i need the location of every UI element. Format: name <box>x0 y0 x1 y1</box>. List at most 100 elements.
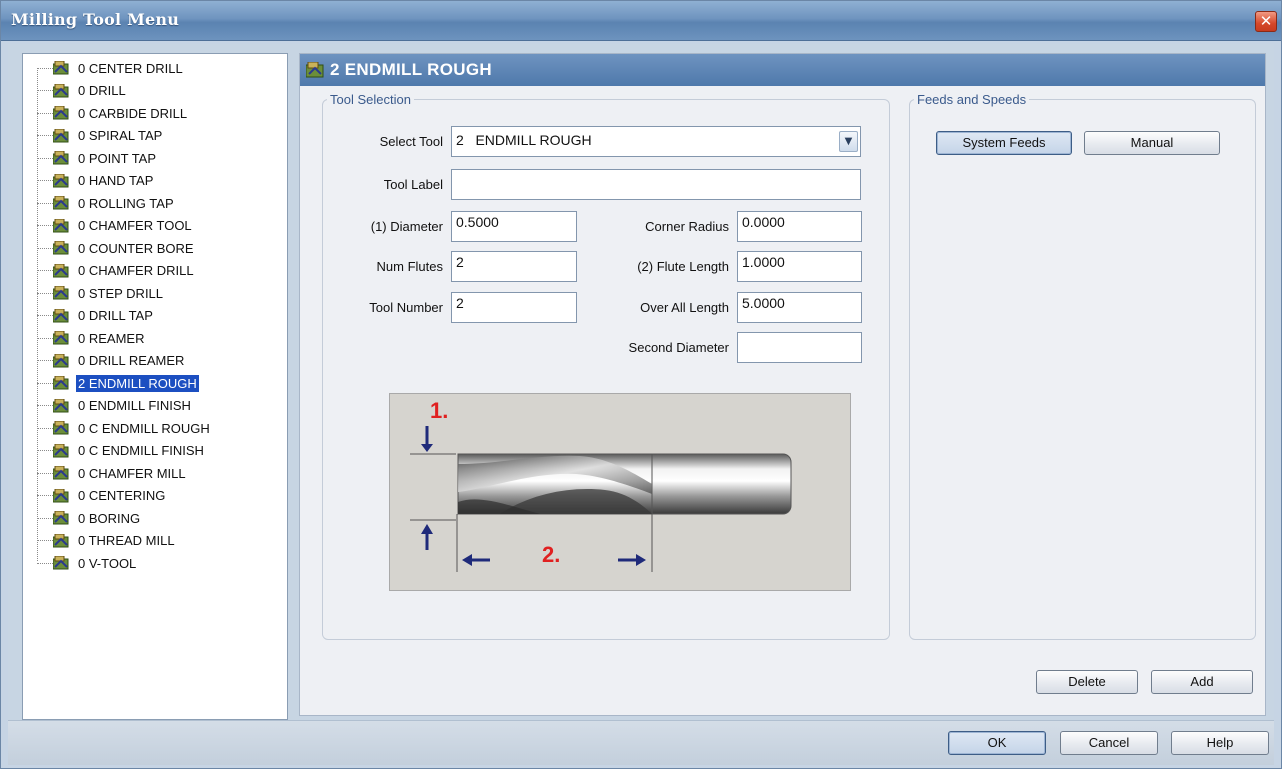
tree-item-label: 2 ENDMILL ROUGH <box>76 374 199 392</box>
tree-connector <box>37 450 53 451</box>
tree-connector <box>37 540 53 541</box>
diameter-label: (1) Diameter <box>370 219 443 234</box>
overall-length-field[interactable]: 5.0000 <box>737 292 862 323</box>
tree-item[interactable]: 0 HAND TAP <box>37 170 155 192</box>
tree-item-label: 0 CARBIDE DRILL <box>78 105 188 121</box>
tree-item-label: 0 C ENDMILL FINISH <box>78 443 204 458</box>
tree-item[interactable]: 0 C ENDMILL ROUGH <box>37 417 212 439</box>
tree-item-label: 0 HAND TAP <box>78 173 154 188</box>
pane-header: 2 ENDMILL ROUGH <box>300 54 1265 86</box>
tree-item[interactable]: 0 CENTERING <box>37 485 167 507</box>
flute-length-field[interactable]: 1.0000 <box>737 251 862 282</box>
pane-title: 2 ENDMILL ROUGH <box>330 60 492 79</box>
feeds-and-speeds-group: Feeds and Speeds <box>909 92 1256 640</box>
tree-item[interactable]: 0 CENTER DRILL <box>37 57 185 79</box>
tree-item[interactable]: 2 ENDMILL ROUGH <box>37 372 199 394</box>
tool-icon <box>52 240 71 255</box>
tool-tree[interactable]: 0 CENTER DRILL 0 DRILL 0 CARBIDE DRILL 0 SP… <box>22 53 288 720</box>
tree-item[interactable]: 0 ROLLING TAP <box>37 192 176 214</box>
tree-item[interactable]: 0 SPIRAL TAP <box>37 125 164 147</box>
flute-length-label: (2) Flute Length <box>637 259 729 274</box>
diameter-field[interactable]: 0.5000 <box>451 211 577 242</box>
select-tool-dropdown[interactable]: 2 ENDMILL ROUGH ▼ <box>451 126 861 157</box>
tree-item[interactable]: 0 BORING <box>37 507 142 529</box>
tool-icon <box>52 285 71 300</box>
tree-item-label: 0 CHAMFER MILL <box>78 465 186 481</box>
second-diameter-label: Second Diameter <box>628 340 729 355</box>
tree-connector <box>37 225 53 226</box>
tree-item[interactable]: 0 DRILL REAMER <box>37 350 186 372</box>
tree-item-label: 0 SPIRAL TAP <box>78 128 163 143</box>
tree-connector <box>37 270 53 271</box>
tree-item[interactable]: 0 CHAMFER DRILL <box>37 260 196 282</box>
tree-item[interactable]: 0 DRILL TAP <box>37 305 155 327</box>
ok-button[interactable]: OK <box>948 731 1046 755</box>
tree-item-label: 0 BORING <box>78 510 141 526</box>
tree-item[interactable]: 0 COUNTER BORE <box>37 237 196 259</box>
tool-icon <box>52 60 71 75</box>
add-button[interactable]: Add <box>1151 670 1253 694</box>
tree-connector <box>37 247 53 249</box>
tree-item-label: 0 ENDMILL FINISH <box>78 398 191 413</box>
num-flutes-label: Num Flutes <box>376 259 443 274</box>
tree-item[interactable]: 0 CHAMFER MILL <box>37 462 188 484</box>
tree-item-label: 0 CHAMFER DRILL <box>78 263 194 278</box>
tree-item-label: 0 CENTERING <box>78 488 166 503</box>
tool-label-field[interactable] <box>451 169 861 200</box>
close-icon: ✕ <box>1259 12 1273 30</box>
select-tool-label: Select Tool <box>379 134 443 149</box>
tree-item[interactable]: 0 POINT TAP <box>37 147 158 169</box>
manual-button[interactable]: Manual <box>1084 131 1220 155</box>
tool-icon <box>52 150 71 165</box>
corner-radius-field[interactable]: 0.0000 <box>737 211 862 242</box>
tree-item[interactable]: 0 DRILL <box>37 80 128 102</box>
tree-item[interactable]: 0 CARBIDE DRILL <box>37 102 189 124</box>
cancel-button[interactable]: Cancel <box>1060 731 1158 755</box>
tool-icon <box>52 398 71 413</box>
title-bar[interactable]: Milling Tool Menu ✕ <box>1 1 1281 41</box>
system-feeds-button[interactable]: System Feeds <box>936 131 1072 155</box>
tool-icon <box>52 195 71 210</box>
close-button[interactable]: ✕ <box>1255 11 1277 32</box>
second-diameter-field[interactable] <box>737 332 862 363</box>
num-flutes-field[interactable]: 2 <box>451 251 577 282</box>
tree-item[interactable]: 0 C ENDMILL FINISH <box>37 440 206 462</box>
tree-item[interactable]: 0 V-TOOL <box>37 552 138 574</box>
tree-item[interactable]: 0 THREAD MILL <box>37 530 177 552</box>
tree-connector <box>37 157 53 159</box>
tree-connector <box>37 337 53 339</box>
tool-number-field[interactable]: 2 <box>451 292 577 323</box>
overall-length-label: Over All Length <box>640 300 729 315</box>
tree-connector <box>37 112 53 114</box>
corner-radius-label: Corner Radius <box>645 219 729 234</box>
endmill-illustration <box>410 426 792 572</box>
tool-icon <box>52 308 71 323</box>
delete-button[interactable]: Delete <box>1036 670 1138 694</box>
tool-selection-legend: Tool Selection <box>330 92 411 107</box>
tree-item[interactable]: 0 STEP DRILL <box>37 282 165 304</box>
tree-item[interactable]: 0 ENDMILL FINISH <box>37 395 193 417</box>
tool-icon <box>52 420 71 435</box>
tree-connector <box>37 382 53 384</box>
tree-connector <box>37 292 53 294</box>
tree-item-label: 0 ROLLING TAP <box>78 195 174 211</box>
help-button[interactable]: Help <box>1171 731 1269 755</box>
tree-connector <box>37 427 53 429</box>
tree-connector <box>37 67 53 69</box>
tool-number-label: Tool Number <box>369 300 443 315</box>
tool-icon <box>52 83 71 98</box>
flute-length-marker: 2. <box>542 542 561 567</box>
tree-item-label: 0 CENTER DRILL <box>78 60 183 76</box>
tree-connector <box>37 405 53 406</box>
diameter-marker: 1. <box>430 398 449 423</box>
tool-icon <box>52 330 71 345</box>
tree-connector <box>37 495 53 496</box>
tree-item-label: 0 REAMER <box>78 330 145 346</box>
select-tool-value: 2 ENDMILL ROUGH <box>456 132 592 148</box>
tool-icon <box>52 533 71 548</box>
tree-item[interactable]: 0 REAMER <box>37 327 146 349</box>
tree-item[interactable]: 0 CHAMFER TOOL <box>37 215 194 237</box>
tree-connector <box>37 472 53 474</box>
tool-icon <box>52 443 71 458</box>
chevron-down-icon[interactable]: ▼ <box>839 131 858 152</box>
